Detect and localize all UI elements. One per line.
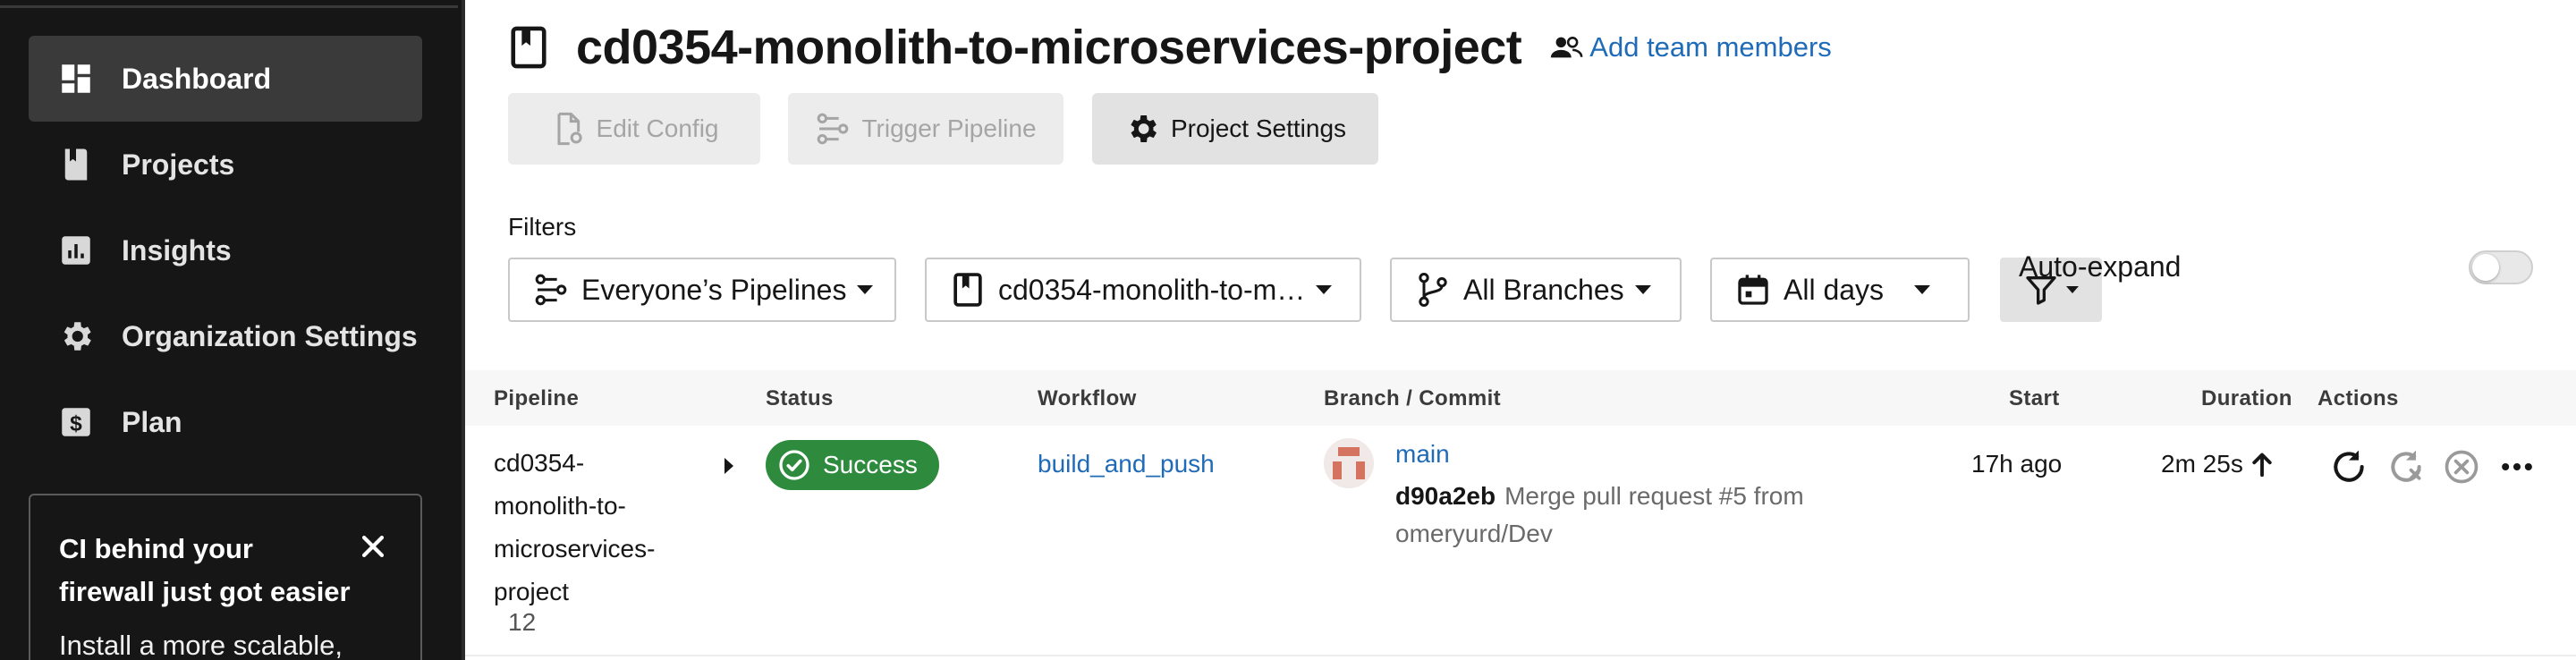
column-header-workflow: Workflow: [1038, 386, 1137, 410]
sidebar-item-insights[interactable]: Insights: [29, 207, 422, 293]
close-icon[interactable]: [358, 531, 388, 562]
filters-label: Filters: [508, 213, 577, 241]
pipeline-name-link[interactable]: cd0354- monolith-to- microservices- proj…: [494, 442, 691, 613]
toggle-knob: [2472, 254, 2499, 281]
status-badge: Success: [766, 440, 939, 490]
duration-value: 2m 25s: [2161, 450, 2243, 478]
rerun-workflow-button[interactable]: [2327, 445, 2370, 488]
sidebar-item-label: Plan: [122, 405, 182, 438]
pipeline-number: 12: [508, 608, 537, 636]
add-team-members-link[interactable]: Add team members: [1548, 31, 1832, 63]
sidebar-item-organization-settings[interactable]: Organization Settings: [29, 293, 422, 379]
pipeline-name-line: microservices-: [494, 535, 656, 563]
pipelines-filter-dropdown[interactable]: Everyone’s Pipelines: [508, 258, 896, 322]
gear-icon: [57, 317, 95, 355]
book-icon: [511, 26, 547, 69]
pipeline-icon: [535, 274, 567, 306]
column-header-duration: Duration: [2201, 386, 2292, 410]
workflow-link[interactable]: build_and_push: [1038, 450, 1215, 478]
project-filter-dropdown[interactable]: cd0354-monolith-to-m…: [925, 258, 1361, 322]
start-time: 17h ago: [1971, 450, 2063, 478]
dashboard-icon: [57, 60, 95, 97]
pipelines-filter-value: Everyone’s Pipelines: [581, 273, 847, 306]
duration: 2m 25s: [2161, 450, 2274, 478]
column-header-branch-commit: Branch / Commit: [1324, 386, 1502, 410]
edit-config-button[interactable]: Edit Config: [508, 93, 760, 165]
project-filter-value: cd0354-monolith-to-m…: [998, 273, 1306, 306]
promo-card: CI behind your firewall just got easier …: [29, 494, 422, 660]
dollar-icon: $: [57, 403, 95, 441]
sidebar-item-dashboard[interactable]: Dashboard: [29, 36, 422, 122]
sidebar: Dashboard Projects Insights Organization…: [0, 0, 465, 660]
sidebar-item-plan[interactable]: $ Plan: [29, 379, 422, 465]
sidebar-item-label: Organization Settings: [122, 319, 418, 352]
auto-expand-label: Auto-expand: [2019, 250, 2182, 283]
rerun-failed-jobs-button[interactable]: [2385, 445, 2428, 488]
pipeline-name-line: monolith-to-: [494, 492, 626, 520]
sidebar-item-label: Dashboard: [122, 62, 272, 95]
sidebar-item-label: Insights: [122, 233, 232, 267]
calendar-icon: [1738, 275, 1768, 305]
project-settings-label: Project Settings: [1170, 114, 1347, 142]
people-icon: [1551, 37, 1583, 58]
branches-filter-value: All Branches: [1463, 273, 1624, 306]
branch-link[interactable]: main: [1395, 440, 1450, 469]
sidebar-item-projects[interactable]: Projects: [29, 122, 422, 207]
svg-text:$: $: [70, 412, 82, 436]
column-header-pipeline: Pipeline: [494, 386, 580, 410]
sidebar-divider: [0, 5, 458, 8]
commit-hash-link[interactable]: d90a2eb: [1395, 482, 1496, 510]
column-header-actions: Actions: [2318, 386, 2399, 410]
project-settings-button[interactable]: Project Settings: [1092, 93, 1378, 165]
sidebar-item-label: Projects: [122, 148, 235, 181]
days-filter-dropdown[interactable]: All days: [1710, 258, 1970, 322]
branch-icon: [1419, 273, 1447, 307]
project-header: cd0354-monolith-to-microservices-project…: [508, 16, 1832, 79]
trigger-pipeline-label: Trigger Pipeline: [861, 114, 1037, 142]
pipeline-icon: [818, 113, 849, 145]
arrow-up-icon: [2252, 453, 2272, 477]
commit-info: d90a2eb Merge pull request #5 from omeryu…: [1395, 478, 1896, 553]
chevron-down-icon: [1316, 285, 1333, 294]
days-filter-value: All days: [1784, 273, 1885, 306]
promo-title: CI behind your firewall just got easier: [59, 533, 351, 607]
rerun-failed-icon: [2391, 450, 2421, 482]
status-label: Success: [823, 451, 918, 478]
add-team-members-label: Add team members: [1589, 31, 1832, 63]
chevron-down-icon: [2066, 286, 2079, 293]
promo-body: Install a more scalable,: [59, 630, 343, 660]
cancel-workflow-button[interactable]: [2440, 445, 2483, 488]
more-horizontal-icon: [2502, 462, 2532, 471]
row-divider: [465, 655, 2576, 656]
avatar: [1324, 438, 1374, 488]
more-actions-button[interactable]: [2496, 445, 2538, 488]
check-circle-icon: [779, 450, 809, 480]
edit-config-label: Edit Config: [596, 114, 719, 142]
cancel-circle-icon: [2445, 450, 2479, 484]
page-title: cd0354-monolith-to-microservices-project: [576, 21, 1522, 74]
rerun-icon: [2334, 450, 2364, 482]
chart-icon: [57, 232, 95, 269]
auto-expand-toggle[interactable]: [2469, 250, 2533, 284]
chevron-down-icon: [1634, 285, 1651, 294]
file-gear-icon: [557, 112, 582, 146]
column-header-start: Start: [2009, 386, 2060, 410]
column-header-status: Status: [766, 386, 834, 410]
pipeline-name-line: cd0354-: [494, 449, 585, 477]
trigger-pipeline-button[interactable]: Trigger Pipeline: [788, 93, 1063, 165]
pipeline-name-line: project: [494, 578, 570, 605]
expand-row-icon[interactable]: [724, 458, 733, 474]
branches-filter-dropdown[interactable]: All Branches: [1390, 258, 1682, 322]
chevron-down-icon: [857, 285, 874, 294]
chevron-down-icon: [1914, 285, 1931, 294]
gear-icon: [1131, 115, 1157, 142]
book-icon: [953, 273, 982, 307]
main-content: cd0354-monolith-to-microservices-project…: [465, 0, 2576, 660]
book-icon: [57, 146, 95, 183]
